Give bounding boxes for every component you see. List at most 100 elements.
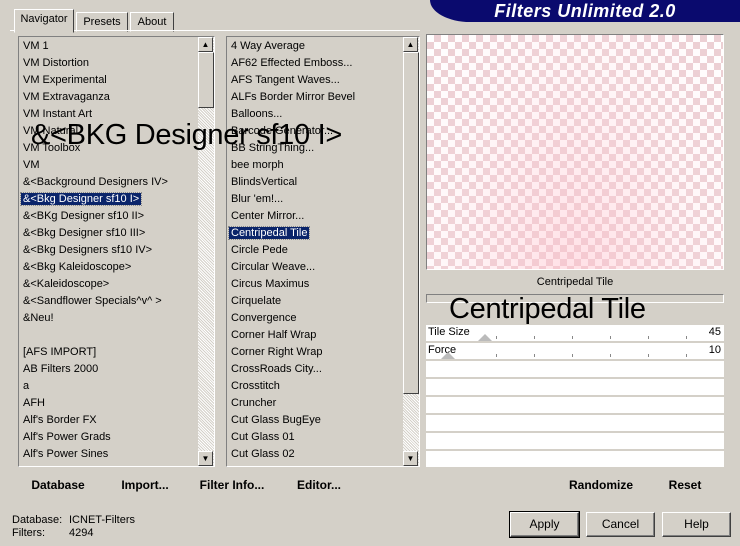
filter-item-label: Cruncher — [231, 397, 277, 409]
category-scroll-down-button[interactable]: ▼ — [198, 451, 213, 466]
filter-item[interactable]: Circle Pede — [227, 242, 403, 259]
filter-item[interactable]: Cut Glass 01 — [227, 429, 403, 446]
slider-thumb[interactable] — [477, 334, 492, 341]
category-item[interactable]: AB Filters 2000 — [19, 361, 197, 378]
filter-item[interactable]: Cut Glass BugEye — [227, 412, 403, 429]
category-item-label: &<Bkg Designer sf10 III> — [23, 227, 146, 239]
param-name: Tile Size — [428, 326, 470, 338]
category-item[interactable]: &<Bkg Kaleidoscope> — [19, 259, 197, 276]
tab-presets[interactable]: Presets — [76, 12, 128, 32]
randomize-button[interactable]: Randomize — [566, 477, 636, 493]
category-item[interactable]: &<Bkg Designer sf10 I> — [19, 191, 197, 208]
category-item-label: Alf's Border FX — [23, 414, 97, 426]
filter-scroll-up-button[interactable]: ▲ — [403, 37, 418, 52]
filter-item[interactable]: AFS Tangent Waves... — [227, 72, 403, 89]
category-scroll-thumb[interactable] — [198, 52, 214, 108]
category-list[interactable]: VM 1 VM Distortion VM Experimental VM Extra… — [18, 36, 215, 467]
category-item[interactable]: &<Sandflower Specials^v^ > — [19, 293, 197, 310]
category-item[interactable]: VM 1 — [19, 38, 197, 55]
category-item-label: AFH — [23, 397, 45, 409]
filter-info-button[interactable]: Filter Info... — [198, 477, 266, 493]
category-item[interactable]: Alf's Border FX — [19, 412, 197, 429]
filter-item-label: Circus Maximus — [231, 278, 310, 290]
reset-button[interactable]: Reset — [664, 477, 706, 493]
category-item[interactable]: Alf's Power Sines — [19, 446, 197, 463]
help-button[interactable]: Help — [662, 512, 731, 537]
category-item[interactable]: Alf's Power Grads — [19, 429, 197, 446]
slider-ticks — [496, 354, 704, 357]
param-value: 45 — [708, 326, 721, 338]
filter-item[interactable]: Corner Half Wrap — [227, 327, 403, 344]
category-item[interactable]: &<Bkg Designers sf10 IV> — [19, 242, 197, 259]
filter-item[interactable]: Circular Weave... — [227, 259, 403, 276]
filter-item[interactable]: Crosstitch — [227, 378, 403, 395]
cancel-button[interactable]: Cancel — [586, 512, 655, 537]
category-item-label: Alf's Power Sines — [23, 448, 109, 460]
filter-item[interactable]: bee morph — [227, 157, 403, 174]
app-title-banner: Filters Unlimited 2.0 — [430, 0, 740, 22]
param-slider-row[interactable]: Tile Size 45 — [426, 325, 724, 342]
filter-item-label: BlindsVertical — [231, 176, 298, 188]
category-item[interactable]: VM Extravaganza — [19, 89, 197, 106]
category-item-label: &<Bkg Designer sf10 I> — [19, 192, 143, 206]
category-item-label: &<Kaleidoscope> — [23, 278, 110, 290]
category-item[interactable]: &<Kaleidoscope> — [19, 276, 197, 293]
filter-item-label: AF62 Effected Emboss... — [231, 57, 353, 69]
filter-item-label: Circle Pede — [231, 244, 288, 256]
category-item[interactable]: VM Distortion — [19, 55, 197, 72]
filter-item-label: AFS Tangent Waves... — [231, 74, 340, 86]
preview-filter-name: Centripedal Tile — [536, 276, 614, 288]
filter-item[interactable]: Center Mirror... — [227, 208, 403, 225]
filter-item[interactable]: Cruncher — [227, 395, 403, 412]
category-item-label: VM Experimental — [23, 74, 107, 86]
category-item-label: AB Filters 2000 — [23, 363, 99, 375]
param-value: 10 — [708, 344, 721, 356]
filter-item-label: Circular Weave... — [231, 261, 316, 273]
filter-item[interactable]: 4 Way Average — [227, 38, 403, 55]
filter-item[interactable]: Blur 'em!... — [227, 191, 403, 208]
filter-item-label: Cut Glass 01 — [231, 431, 295, 443]
category-item[interactable]: AFH — [19, 395, 197, 412]
filter-item[interactable]: ALFs Border Mirror Bevel — [227, 89, 403, 106]
database-button[interactable]: Database — [28, 477, 88, 493]
category-item-label: &Neu! — [23, 312, 54, 324]
filter-item[interactable]: Corner Right Wrap — [227, 344, 403, 361]
category-item[interactable]: VM Experimental — [19, 72, 197, 89]
apply-button[interactable]: Apply — [509, 511, 580, 538]
category-item[interactable]: VM — [19, 157, 197, 174]
category-item[interactable]: &Neu! — [19, 310, 197, 327]
param-slider-row[interactable]: Force 10 — [426, 343, 724, 360]
preview-image — [426, 34, 724, 270]
category-item[interactable]: &<Bkg Designer sf10 III> — [19, 225, 197, 242]
category-item[interactable]: &<Background Designers IV> — [19, 174, 197, 191]
slider-ticks — [496, 336, 704, 339]
filter-item[interactable]: BlindsVertical — [227, 174, 403, 191]
filter-item[interactable]: Centripedal Tile — [227, 225, 403, 242]
filters-count-value: 4294 — [69, 527, 94, 539]
tab-navigator[interactable]: Navigator — [14, 9, 74, 33]
category-item-label: a — [23, 380, 30, 392]
filter-item[interactable]: Circus Maximus — [227, 276, 403, 293]
category-item-label: &<Bkg Designers sf10 IV> — [23, 244, 153, 256]
empty-param-slot — [426, 397, 724, 414]
editor-button[interactable]: Editor... — [296, 477, 342, 493]
filter-item[interactable]: Cut Glass 02 — [227, 446, 403, 463]
filter-item[interactable]: Cirquelate — [227, 293, 403, 310]
filter-item-label: Blur 'em!... — [231, 193, 284, 205]
filter-scroll-down-button[interactable]: ▼ — [403, 451, 418, 466]
filter-item-label: Centripedal Tile — [227, 226, 311, 240]
filter-item[interactable]: AF62 Effected Emboss... — [227, 55, 403, 72]
category-item[interactable]: &<BKg Designer sf10 II> — [19, 208, 197, 225]
filter-item[interactable]: Convergence — [227, 310, 403, 327]
slider-thumb[interactable] — [440, 352, 455, 359]
category-item[interactable]: [AFS IMPORT] — [19, 344, 197, 361]
filter-list[interactable]: 4 Way Average AF62 Effected Emboss... AFS … — [226, 36, 420, 467]
filter-item[interactable]: CrossRoads City... — [227, 361, 403, 378]
filter-item-label: Crosstitch — [231, 380, 280, 392]
category-item[interactable] — [19, 327, 197, 344]
category-item[interactable]: a — [19, 378, 197, 395]
tab-about[interactable]: About — [130, 12, 174, 32]
filter-scroll-thumb[interactable] — [403, 52, 419, 394]
category-scroll-up-button[interactable]: ▲ — [198, 37, 213, 52]
import-button[interactable]: Import... — [118, 477, 172, 493]
